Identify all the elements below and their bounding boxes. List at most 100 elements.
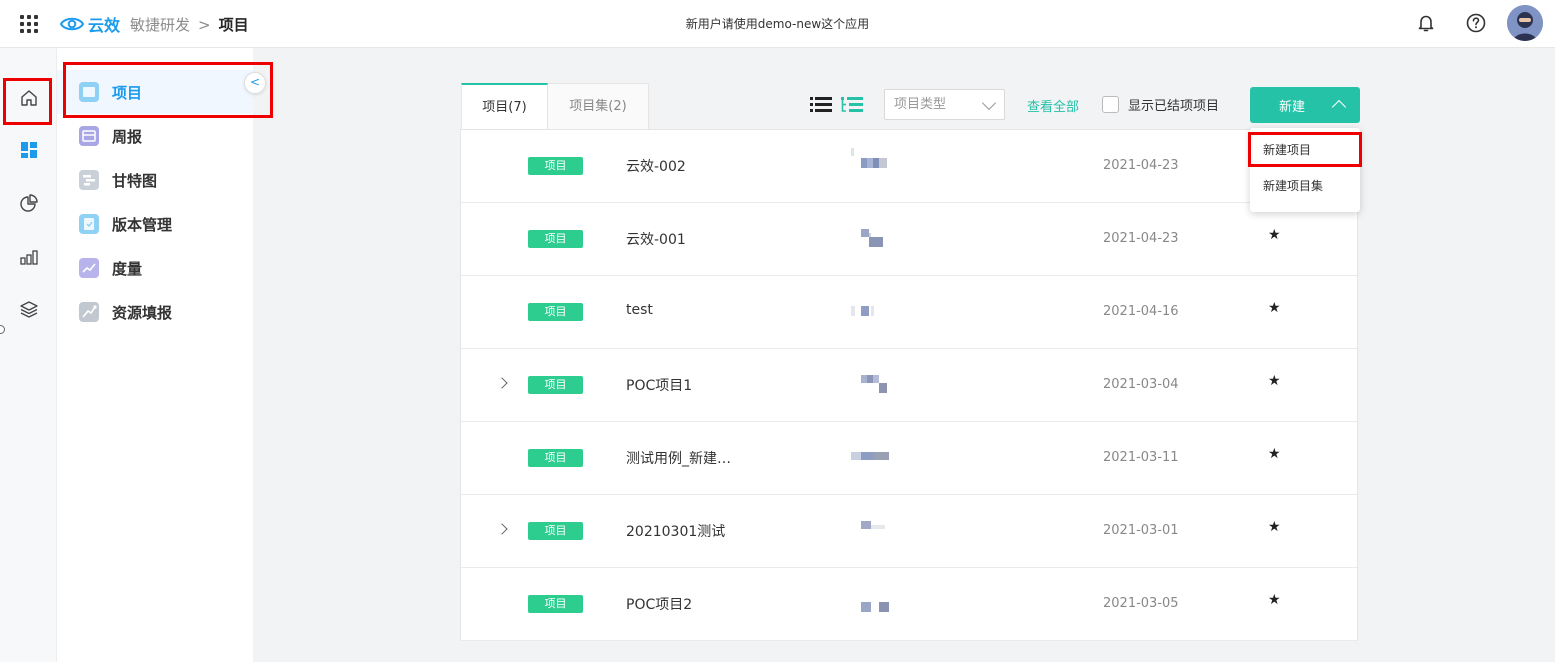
view-all-link[interactable]: 查看全部 — [1027, 96, 1079, 115]
table-row[interactable]: 项目 测试用例_新建… 2021-03-11 ★ — [461, 422, 1357, 495]
collapse-sidebar-button[interactable]: < — [244, 72, 266, 94]
calendar-icon — [79, 126, 99, 146]
project-name[interactable]: 20210301测试 — [626, 521, 725, 541]
table-row[interactable]: 项目 云效-002 2021-04-23 — [461, 130, 1357, 203]
breadcrumb-separator: > — [198, 15, 211, 34]
project-type-placeholder: 项目类型 — [894, 97, 947, 112]
star-icon[interactable]: ★ — [1268, 373, 1281, 389]
project-type-tag: 项目 — [528, 230, 583, 248]
help-icon[interactable] — [1465, 12, 1487, 34]
table-row[interactable]: 项目 test 2021-04-16 ★ — [461, 276, 1357, 349]
star-icon[interactable]: ★ — [1268, 446, 1281, 462]
project-members-avatars — [847, 229, 891, 251]
show-closed-label: 显示已结项项目 — [1128, 99, 1220, 114]
sidebar-item-metrics[interactable]: 度量 — [57, 246, 253, 290]
list-view-icon[interactable] — [810, 95, 832, 113]
gantt-icon — [79, 170, 99, 190]
project-members-avatars — [847, 302, 891, 324]
project-type-tag: 项目 — [528, 376, 583, 394]
menu-item-new-project-set[interactable]: 新建项目集 — [1250, 168, 1360, 204]
rail-reports[interactable] — [16, 190, 42, 216]
chevron-down-icon — [981, 95, 997, 111]
star-icon[interactable]: ★ — [1268, 300, 1281, 316]
star-icon[interactable]: ★ — [1268, 592, 1281, 608]
highlight-box-sidebar — [63, 62, 273, 118]
new-button[interactable]: 新建 — [1250, 87, 1360, 123]
project-type-tag: 项目 — [528, 303, 583, 321]
project-date: 2021-03-05 — [1103, 596, 1179, 611]
project-date: 2021-03-01 — [1103, 523, 1179, 538]
breadcrumb-item-parent[interactable]: 敏捷研发 — [130, 14, 190, 35]
table-row[interactable]: 项目 POC项目2 2021-03-05 ★ — [461, 568, 1357, 641]
star-icon[interactable]: ★ — [1268, 227, 1281, 243]
project-type-tag: 项目 — [528, 449, 583, 467]
top-bar: 云效 敏捷研发 > 项目 新用户请使用demo-new这个应用 — [0, 0, 1555, 48]
icon-rail — [0, 48, 57, 662]
table-row[interactable]: 项目 20210301测试 2021-03-01 ★ — [461, 495, 1357, 568]
project-members-avatars — [847, 448, 891, 470]
sidebar-item-label: 版本管理 — [112, 215, 173, 234]
tab-projects[interactable]: 项目(7) — [461, 83, 548, 130]
pie-chart-icon — [20, 194, 38, 212]
sidebar-item-label: 周报 — [112, 127, 143, 146]
project-type-tag: 项目 — [528, 595, 583, 613]
project-name[interactable]: 测试用例_新建… — [626, 448, 731, 468]
rail-dashboard[interactable] — [16, 137, 42, 163]
app-logo[interactable]: 云效 — [60, 12, 120, 36]
sidebar-item-label: 甘特图 — [112, 171, 158, 190]
sidebar-item-label: 资源填报 — [112, 303, 173, 322]
project-name[interactable]: 云效-002 — [626, 156, 686, 176]
highlight-box-new-project — [1248, 132, 1362, 167]
tree-view-icon[interactable] — [841, 95, 863, 113]
project-date: 2021-04-16 — [1103, 304, 1179, 319]
sidebar-item-resource-report[interactable]: 资源填报 — [57, 290, 253, 334]
sidebar-item-version-management[interactable]: 版本管理 — [57, 202, 253, 246]
chevron-right-icon[interactable] — [496, 523, 508, 535]
notice-text: 新用户请使用demo-new这个应用 — [685, 17, 870, 31]
bell-icon[interactable] — [1415, 12, 1437, 34]
rail-resize-handle[interactable] — [0, 325, 5, 334]
user-avatar[interactable] — [1507, 5, 1543, 41]
breadcrumb-item-current: 项目 — [218, 16, 249, 34]
tab-project-sets[interactable]: 项目集(2) — [548, 83, 649, 130]
project-members-avatars — [847, 594, 891, 616]
project-date: 2021-04-23 — [1103, 158, 1179, 173]
sidebar-item-weekly-report[interactable]: 周报 — [57, 114, 253, 158]
rail-layers[interactable] — [16, 296, 42, 322]
rail-statistics[interactable] — [16, 244, 42, 270]
project-name[interactable]: POC项目1 — [626, 375, 692, 395]
project-list: 项目 云效-002 2021-04-23 项目 云效-001 2021-04-23 ★ 项目 t… — [460, 129, 1358, 641]
project-name[interactable]: 云效-001 — [626, 229, 686, 249]
app-grid-icon[interactable] — [20, 15, 38, 33]
highlight-box-rail — [3, 78, 52, 125]
app-name: 云效 — [88, 16, 121, 35]
view-switcher — [810, 95, 863, 113]
sidebar-item-gantt[interactable]: 甘特图 — [57, 158, 253, 202]
metrics-icon — [79, 258, 99, 278]
project-date: 2021-03-04 — [1103, 377, 1179, 392]
show-closed-projects[interactable]: 显示已结项项目 — [1102, 95, 1219, 114]
sidebar: 项目 周报 甘特图 版本管理 度量 资源填报 — [57, 48, 253, 662]
new-button-label: 新建 — [1279, 99, 1306, 115]
star-icon[interactable]: ★ — [1268, 519, 1281, 535]
project-type-select[interactable]: 项目类型 — [884, 89, 1005, 120]
show-closed-checkbox[interactable] — [1102, 96, 1119, 113]
project-tabs: 项目(7) 项目集(2) — [461, 83, 649, 130]
project-name[interactable]: test — [626, 302, 653, 318]
version-icon — [79, 214, 99, 234]
project-date: 2021-04-23 — [1103, 231, 1179, 246]
dashboard-icon — [21, 142, 37, 158]
project-type-tag: 项目 — [528, 522, 583, 540]
table-row[interactable]: 项目 POC项目1 2021-03-04 ★ — [461, 349, 1357, 422]
avatar-image-icon — [1507, 5, 1543, 41]
table-row[interactable]: 项目 云效-001 2021-04-23 ★ — [461, 203, 1357, 276]
project-name[interactable]: POC项目2 — [626, 594, 692, 614]
resource-icon — [79, 302, 99, 322]
bar-chart-icon — [20, 250, 38, 265]
project-type-tag: 项目 — [528, 157, 583, 175]
project-members-avatars — [847, 375, 891, 397]
project-date: 2021-03-11 — [1103, 450, 1179, 465]
project-members-avatars — [847, 521, 891, 543]
eye-logo-icon — [60, 17, 84, 31]
chevron-right-icon[interactable] — [496, 377, 508, 389]
